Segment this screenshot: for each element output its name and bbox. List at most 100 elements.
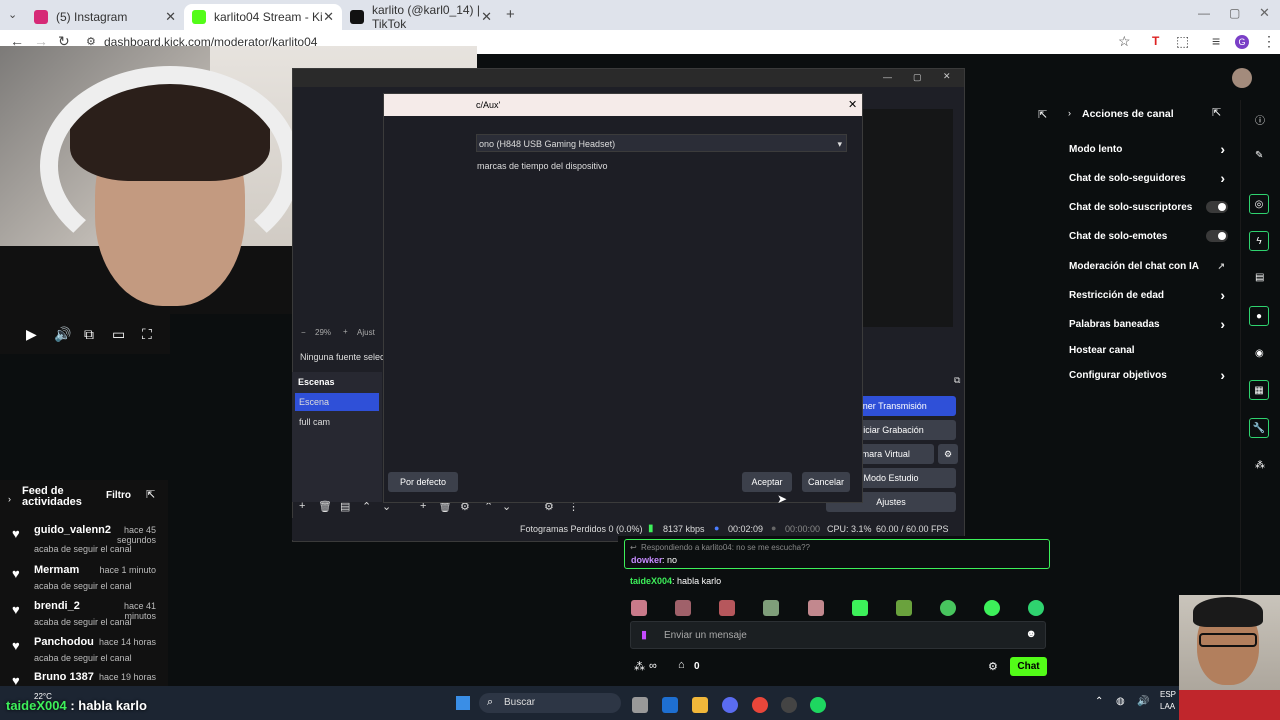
input-language[interactable]: ESP	[1160, 690, 1176, 699]
action-age-restriction[interactable]: Restricción de edad ›	[1069, 287, 1233, 303]
chevron-right-icon[interactable]: ›	[1068, 108, 1071, 118]
default-button[interactable]: Por defecto	[388, 472, 458, 492]
cancel-button[interactable]: Cancelar	[802, 472, 850, 492]
close-window-button[interactable]: ✕	[1259, 5, 1270, 21]
popout-icon[interactable]: ⇱	[146, 488, 155, 501]
emote-icon[interactable]	[631, 600, 647, 616]
chat-input[interactable]: ▮ Enviar un mensaje ☻	[630, 621, 1046, 649]
popout-icon[interactable]: ⇱	[1212, 106, 1221, 119]
action-emotes-only[interactable]: Chat de solo-emotes	[1069, 230, 1233, 242]
device-select[interactable]: ono (H848 USB Gaming Headset) ▾	[476, 134, 847, 152]
action-goals[interactable]: Configurar objetivos ›	[1069, 367, 1233, 383]
play-icon[interactable]: ▶	[26, 326, 37, 343]
follower-name[interactable]: brendi_2	[34, 600, 80, 612]
user-avatar[interactable]	[1232, 68, 1252, 88]
action-ai-moderation[interactable]: Moderación del chat con IA ↗	[1069, 261, 1233, 272]
network-icon[interactable]: ◍	[1116, 696, 1125, 707]
zoom-out-button[interactable]: −	[301, 328, 306, 337]
follower-name[interactable]: Mermam	[34, 564, 79, 576]
send-chat-button[interactable]: Chat	[1010, 657, 1047, 676]
up-icon[interactable]: ⌃	[362, 500, 371, 513]
extensions-icon[interactable]: ⬚	[1176, 33, 1189, 50]
emote-icon[interactable]	[896, 600, 912, 616]
accept-button[interactable]: Aceptar	[742, 472, 792, 492]
clip-icon[interactable]: ◎	[1249, 194, 1269, 214]
close-icon[interactable]: ✕	[323, 9, 334, 25]
emote-icon[interactable]	[808, 600, 824, 616]
layout-icon[interactable]: ▦	[1249, 380, 1269, 400]
users-icon[interactable]: ⁂	[634, 660, 645, 673]
chat-bubble-icon[interactable]: ●	[1249, 306, 1269, 326]
menu-icon[interactable]: ⋮	[1262, 33, 1276, 50]
scene-item[interactable]: Escena	[295, 393, 379, 411]
pip-icon[interactable]: ⧉	[84, 326, 94, 343]
add-icon[interactable]: +	[299, 500, 305, 512]
bookmark-icon[interactable]: ☆	[1118, 33, 1131, 50]
toggle-switch[interactable]	[1206, 201, 1228, 213]
chevron-right-icon[interactable]: ›	[8, 494, 11, 504]
theater-icon[interactable]: ▭	[112, 326, 125, 343]
expand-icon[interactable]: ⇱	[1038, 108, 1047, 121]
wrench-icon[interactable]: 🔧	[1249, 418, 1269, 438]
emote-icon[interactable]	[719, 600, 735, 616]
windows-start-icon[interactable]	[456, 696, 470, 710]
emote-icon[interactable]	[675, 600, 691, 616]
filter-icon[interactable]: ▤	[340, 500, 350, 513]
media-icon[interactable]: ≡	[1212, 33, 1220, 49]
follower-name[interactable]: Bruno 1387	[34, 671, 94, 683]
action-slow-mode[interactable]: Modo lento ›	[1069, 141, 1233, 157]
taskbar-search[interactable]: ⌕ Buscar	[479, 693, 621, 713]
close-icon[interactable]: ✕	[481, 9, 492, 25]
emote-icon[interactable]	[1028, 600, 1044, 616]
action-host-channel[interactable]: Hostear canal	[1069, 345, 1233, 356]
close-button[interactable]: ✕	[943, 71, 951, 82]
emote-icon[interactable]	[763, 600, 779, 616]
broadcast-icon[interactable]: ◉	[1255, 348, 1264, 359]
follower-name[interactable]: Panchodou	[34, 636, 94, 648]
tab-tiktok[interactable]: karlito (@karl0_14) | TikTok ✕	[342, 3, 500, 31]
document-icon[interactable]: ▤	[1255, 272, 1264, 283]
action-banned-words[interactable]: Palabras baneadas ›	[1069, 316, 1233, 332]
users-icon[interactable]: ⁂	[1255, 460, 1265, 471]
maximize-button[interactable]: ▢	[913, 72, 922, 83]
extension-icon[interactable]: T	[1152, 34, 1159, 48]
microphone-icon[interactable]: ▮	[641, 628, 647, 641]
tab-kick[interactable]: karlito04 Stream - Kick Dashbo ✕	[184, 4, 342, 30]
toggle-switch[interactable]	[1206, 230, 1228, 242]
close-icon[interactable]: ✕	[848, 94, 857, 116]
task-view-icon[interactable]	[632, 697, 648, 713]
new-tab-button[interactable]: +	[506, 6, 515, 23]
emoji-icon[interactable]: ☻	[1025, 628, 1037, 640]
store-app-icon[interactable]	[662, 697, 678, 713]
filter-button[interactable]: Filtro	[106, 490, 131, 501]
action-subscribers-only[interactable]: Chat de solo-suscriptores	[1069, 201, 1233, 213]
lightning-icon[interactable]: ϟ	[1249, 231, 1269, 251]
maximize-button[interactable]: ▢	[1229, 6, 1240, 20]
obs-icon[interactable]	[781, 697, 797, 713]
emote-icon[interactable]	[852, 600, 868, 616]
gear-icon[interactable]: ⚙	[988, 660, 998, 673]
adjust-label[interactable]: Ajust	[357, 328, 375, 337]
volume-icon[interactable]: 🔊	[54, 326, 71, 343]
emote-icon[interactable]	[984, 600, 1000, 616]
tab-instagram[interactable]: (5) Instagram ✕	[26, 4, 184, 30]
close-icon[interactable]: ✕	[165, 9, 176, 25]
tab-search-icon[interactable]: ⌄	[8, 8, 17, 21]
volume-icon[interactable]: 🔊	[1137, 696, 1149, 707]
timestamps-checkbox-label[interactable]: marcas de tiempo del dispositivo	[477, 161, 608, 171]
emote-icon[interactable]	[940, 600, 956, 616]
chevron-up-icon[interactable]: ⌃	[1095, 696, 1103, 707]
profile-avatar[interactable]: G	[1235, 35, 1249, 49]
chat-username[interactable]: dowker	[631, 555, 663, 565]
chrome-icon[interactable]	[752, 697, 768, 713]
action-followers-only[interactable]: Chat de solo-seguidores ›	[1069, 170, 1233, 186]
minimize-button[interactable]: —	[1198, 6, 1210, 20]
pencil-icon[interactable]: ✎	[1255, 150, 1263, 161]
virtual-camera-settings-icon[interactable]: ⚙	[938, 444, 958, 464]
file-explorer-icon[interactable]	[692, 697, 708, 713]
zoom-in-button[interactable]: +	[343, 327, 348, 336]
infinity-icon[interactable]: ∞	[649, 660, 657, 672]
trash-icon[interactable]: 🗑	[318, 500, 332, 513]
minimize-button[interactable]: —	[883, 72, 892, 82]
store-icon[interactable]: ⌂	[678, 659, 685, 671]
